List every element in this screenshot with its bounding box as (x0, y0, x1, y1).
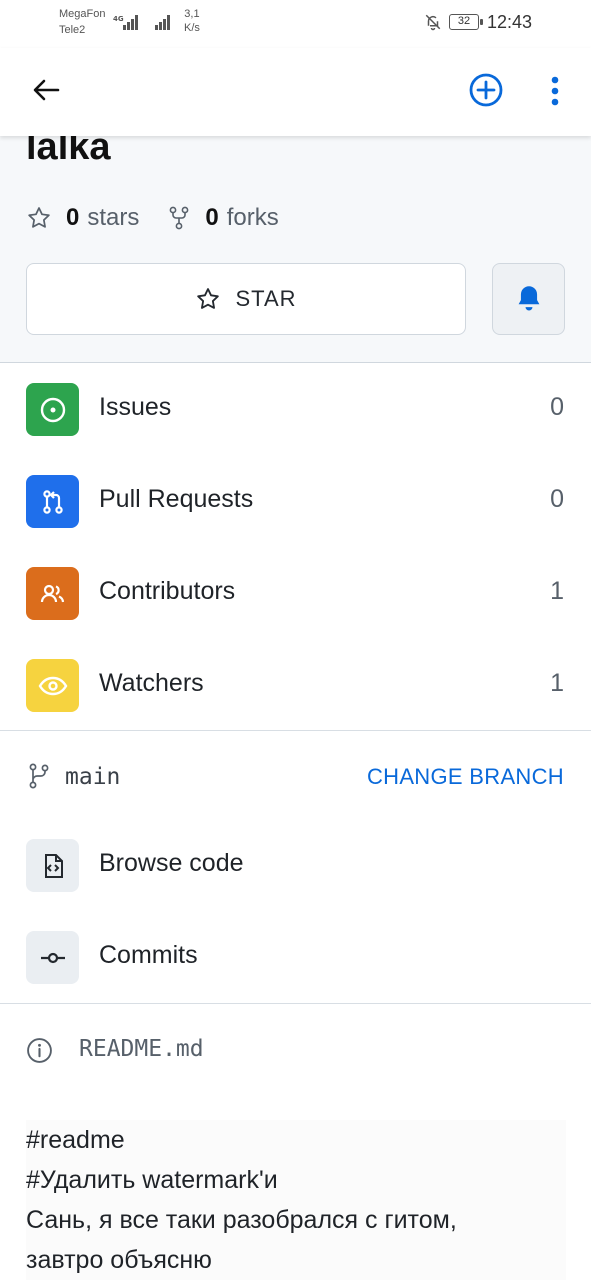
back-button[interactable] (24, 70, 68, 114)
network-type: 4G (113, 15, 124, 23)
status-bar: MegaFon Tele2 4G 3,1 K/s 32 12:43 (0, 0, 591, 48)
signal-icon: 4G (113, 13, 141, 36)
stars-count: 0 (66, 204, 80, 231)
fork-icon (169, 206, 189, 230)
readme-content: #readme #Удалить watermark'и Сань, я все… (26, 1120, 566, 1280)
commit-icon (26, 931, 79, 984)
pull-request-icon (26, 475, 79, 528)
kebab-menu-icon (551, 76, 559, 106)
forks-label: forks (226, 204, 279, 231)
watch-button[interactable] (492, 263, 565, 335)
readme-header[interactable]: README.md (0, 1020, 591, 1080)
menu-item-issues[interactable]: Issues 0 (0, 363, 591, 455)
carrier-1: MegaFon (59, 8, 106, 20)
divider (0, 1003, 591, 1004)
readme-line: Сань, я все таки разобрался с гитом, (26, 1206, 457, 1234)
arrow-left-icon (33, 79, 60, 101)
bell-icon (518, 286, 539, 311)
commits-label: Commits (99, 941, 198, 969)
add-button[interactable] (464, 69, 508, 113)
info-icon (27, 1038, 52, 1063)
menu-item-count: 0 (550, 393, 564, 421)
repo-stats: 0 stars 0 forks (26, 204, 307, 232)
forks-stat[interactable]: 0 forks (167, 204, 279, 232)
readme-line: завтро объясню (26, 1246, 212, 1274)
carrier-2: Tele2 (59, 24, 86, 36)
divider (0, 730, 591, 731)
forks-count: 0 (205, 204, 219, 231)
star-button[interactable]: STAR (26, 263, 466, 335)
menu-item-count: 0 (550, 485, 564, 513)
battery-icon: 32 (449, 14, 483, 30)
commits-item[interactable]: Commits (0, 911, 591, 1003)
readme-filename: README.md (79, 1036, 204, 1062)
change-branch-button[interactable]: CHANGE BRANCH (367, 764, 564, 790)
carrier-names: MegaFon Tele2 (59, 6, 105, 38)
network-speed: 3,1 K/s (184, 7, 200, 35)
menu-item-label: Pull Requests (99, 485, 254, 513)
repo-header: lalka 0 stars 0 forks STAR (0, 136, 591, 363)
menu-item-label: Issues (99, 393, 172, 421)
branch-row: main CHANGE BRANCH (0, 740, 591, 812)
menu-item-label: Watchers (99, 669, 204, 697)
plus-circle-icon (469, 73, 503, 107)
speed-unit: K/s (184, 22, 200, 34)
menu-item-contributors[interactable]: Contributors 1 (0, 547, 591, 639)
bell-muted-icon (424, 13, 442, 36)
signal-icon (154, 13, 174, 36)
app-bar (0, 48, 591, 136)
stars-label: stars (87, 204, 140, 231)
star-outline-icon (197, 288, 220, 309)
git-branch-icon (29, 763, 49, 789)
browse-code-item[interactable]: Browse code (0, 819, 591, 911)
issue-icon (26, 383, 79, 436)
eye-icon (26, 659, 79, 712)
menu-item-watchers[interactable]: Watchers 1 (0, 639, 591, 731)
speed-value: 3,1 (184, 8, 200, 20)
file-code-icon (26, 839, 79, 892)
branch-name: main (65, 764, 121, 790)
menu-item-count: 1 (550, 669, 564, 697)
menu-item-pull-requests[interactable]: Pull Requests 0 (0, 455, 591, 547)
people-icon (26, 567, 79, 620)
clock: 12:43 (487, 12, 533, 32)
repo-name: lalka (26, 136, 111, 168)
more-options-button[interactable] (538, 70, 572, 114)
menu-item-count: 1 (550, 577, 564, 605)
menu-item-label: Contributors (99, 577, 236, 605)
star-outline-icon (28, 207, 50, 228)
stars-stat[interactable]: 0 stars (26, 204, 139, 232)
battery-level: 32 (457, 15, 471, 27)
readme-line: #readme (26, 1126, 125, 1154)
star-button-label: STAR (235, 286, 297, 311)
readme-line: #Удалить watermark'и (26, 1166, 278, 1194)
browse-code-label: Browse code (99, 849, 244, 877)
